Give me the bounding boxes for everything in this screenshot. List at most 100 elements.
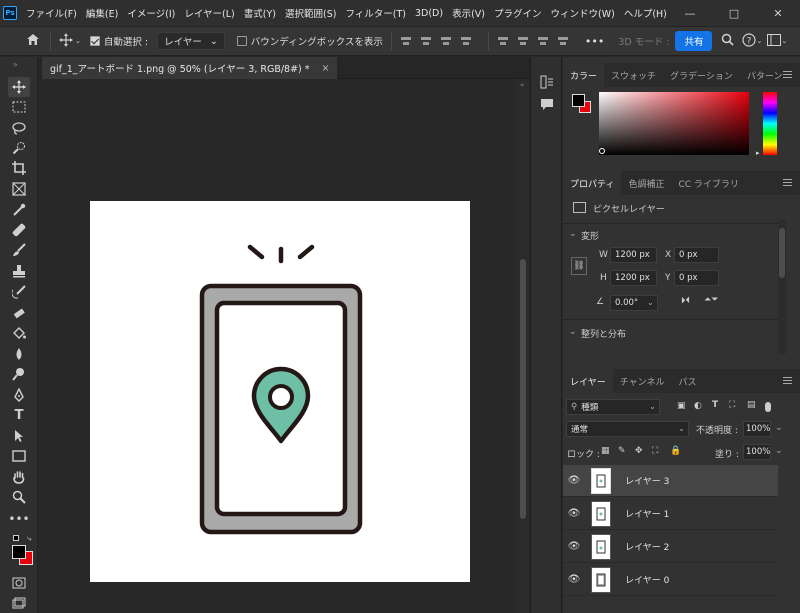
scrollbar-thumb[interactable]	[779, 228, 785, 278]
help-icon[interactable]: ?	[742, 32, 757, 50]
transform-section-title[interactable]: 変形	[581, 229, 599, 242]
x-field[interactable]: 0 px	[674, 247, 719, 263]
flip-horizontal-icon[interactable]: ⏵⏴	[681, 296, 690, 306]
healing-brush-tool-icon[interactable]	[11, 222, 27, 238]
align-top-icon[interactable]	[497, 35, 509, 47]
visibility-eye-icon[interactable]: 👁	[563, 508, 585, 519]
chevron-down-icon[interactable]: ⌄	[775, 446, 783, 456]
filter-pixel-icon[interactable]: ▣	[677, 401, 686, 411]
comments-panel-icon[interactable]	[540, 97, 554, 114]
document-tab[interactable]: gif_1_アートボード 1.png @ 50% (レイヤー 3, RGB/8#…	[42, 57, 338, 79]
menu-window[interactable]: ウィンドウ(W)	[551, 6, 615, 20]
lasso-tool-icon[interactable]	[11, 120, 27, 136]
panel-menu-icon[interactable]	[783, 377, 792, 384]
menu-file[interactable]: ファイル(F)	[26, 6, 77, 20]
history-panel-icon[interactable]	[540, 75, 554, 92]
distribute-horizontal-icon[interactable]	[460, 35, 472, 47]
tab-gradients[interactable]: グラデーション	[663, 63, 740, 87]
lock-all-icon[interactable]: 🔒	[670, 446, 681, 456]
flip-vertical-icon[interactable]: ⏶⏷	[704, 295, 718, 305]
visibility-eye-icon[interactable]: 👁	[563, 574, 585, 585]
filter-smart-object-icon[interactable]: ▤	[747, 400, 756, 410]
color-field[interactable]	[599, 92, 749, 155]
paint-bucket-tool-icon[interactable]	[11, 325, 27, 341]
tab-cc-libraries[interactable]: CC ライブラリ	[671, 171, 745, 195]
more-options-button[interactable]: •••	[585, 35, 604, 48]
layer-row[interactable]: 👁 レイヤー 0	[563, 564, 778, 596]
move-tool-icon[interactable]	[59, 32, 73, 50]
foreground-color-swatch[interactable]	[12, 545, 26, 559]
maximize-button[interactable]: □	[712, 0, 756, 26]
frame-tool-icon[interactable]	[11, 181, 27, 197]
path-select-tool-icon[interactable]	[11, 428, 27, 444]
menu-help[interactable]: ヘルプ(H)	[624, 6, 667, 20]
layer-name[interactable]: レイヤー 0	[625, 573, 669, 586]
hue-slider[interactable]	[763, 92, 777, 155]
zoom-tool-icon[interactable]	[11, 489, 27, 505]
distribute-vertical-icon[interactable]	[557, 35, 569, 47]
tab-layers[interactable]: レイヤー	[563, 369, 613, 393]
height-field[interactable]: 1200 px	[610, 270, 657, 286]
layer-name[interactable]: レイヤー 2	[625, 540, 669, 553]
canvas-vertical-scrollbar[interactable]: «	[516, 79, 530, 613]
align-middle-icon[interactable]	[517, 35, 529, 47]
screen-mode-icon[interactable]	[11, 595, 27, 611]
move-tool-icon[interactable]	[8, 77, 30, 97]
close-icon[interactable]: ×	[322, 63, 330, 74]
more-tools-icon[interactable]: •••	[8, 511, 29, 527]
blend-mode-dropdown[interactable]: 通常 ⌄	[566, 421, 689, 437]
filter-shape-icon[interactable]: ⛶	[729, 400, 735, 410]
link-icon[interactable]: ⛓	[571, 257, 587, 275]
fill-field[interactable]: 100%	[743, 444, 771, 460]
blur-tool-icon[interactable]	[11, 346, 27, 362]
canvas-area[interactable]	[38, 79, 516, 613]
menu-layer[interactable]: レイヤー(L)	[184, 6, 234, 20]
visibility-eye-icon[interactable]: 👁	[563, 541, 585, 552]
width-field[interactable]: 1200 px	[610, 247, 657, 263]
align-left-icon[interactable]	[400, 35, 412, 47]
angle-field[interactable]: 0.00° ⌄	[610, 295, 658, 311]
menu-type[interactable]: 書式(Y)	[244, 6, 276, 20]
menu-select[interactable]: 選択範囲(S)	[285, 6, 336, 20]
chevron-down-icon[interactable]: ⌄	[569, 327, 577, 337]
layer-row[interactable]: 👁 レイヤー 2	[563, 531, 778, 563]
align-center-icon[interactable]	[420, 35, 432, 47]
align-section-title[interactable]: 整列と分布	[581, 327, 626, 340]
share-button[interactable]: 共有	[675, 31, 713, 51]
menu-view[interactable]: 表示(V)	[452, 6, 485, 20]
lock-transparent-icon[interactable]: ▦	[601, 446, 610, 456]
collapse-icon[interactable]: «	[520, 81, 524, 89]
tab-properties[interactable]: プロパティ	[563, 171, 622, 195]
rectangle-tool-icon[interactable]	[11, 448, 27, 464]
properties-scrollbar[interactable]	[778, 220, 786, 354]
visibility-eye-icon[interactable]: 👁	[563, 475, 585, 486]
tab-adjustments[interactable]: 色調補正	[621, 171, 671, 195]
close-window-button[interactable]: ✕	[756, 0, 800, 26]
collapse-icon[interactable]: »	[13, 60, 18, 69]
home-icon[interactable]	[26, 33, 40, 49]
menu-3d[interactable]: 3D(D)	[415, 8, 443, 19]
history-brush-tool-icon[interactable]	[11, 284, 27, 300]
hue-slider-handle[interactable]: ▸	[756, 149, 760, 157]
panel-menu-icon[interactable]	[783, 71, 792, 78]
menu-image[interactable]: イメージ(I)	[127, 6, 175, 20]
pen-tool-icon[interactable]	[11, 387, 27, 403]
filter-toggle[interactable]	[765, 402, 771, 412]
tab-swatches[interactable]: スウォッチ	[604, 63, 663, 87]
opacity-field[interactable]: 100%	[743, 421, 771, 437]
minimize-button[interactable]: —	[668, 0, 712, 26]
brush-tool-icon[interactable]	[11, 242, 27, 258]
chevron-down-icon[interactable]: ⌄	[75, 37, 81, 45]
type-tool-icon[interactable]: T	[11, 407, 27, 423]
tab-paths[interactable]: パス	[671, 369, 703, 393]
chevron-down-icon[interactable]: ⌄	[781, 37, 787, 45]
chevron-down-icon[interactable]: ⌄	[775, 423, 783, 433]
color-picker-cursor[interactable]	[599, 148, 605, 154]
filter-adjustment-icon[interactable]: ◐	[694, 401, 702, 411]
lock-pixels-icon[interactable]: ✎	[618, 446, 626, 456]
layer-name[interactable]: レイヤー 3	[625, 474, 669, 487]
scrollbar-thumb[interactable]	[520, 259, 526, 519]
layer-name[interactable]: レイヤー 1	[625, 507, 669, 520]
marquee-tool-icon[interactable]	[11, 99, 27, 115]
crop-tool-icon[interactable]	[11, 160, 27, 176]
